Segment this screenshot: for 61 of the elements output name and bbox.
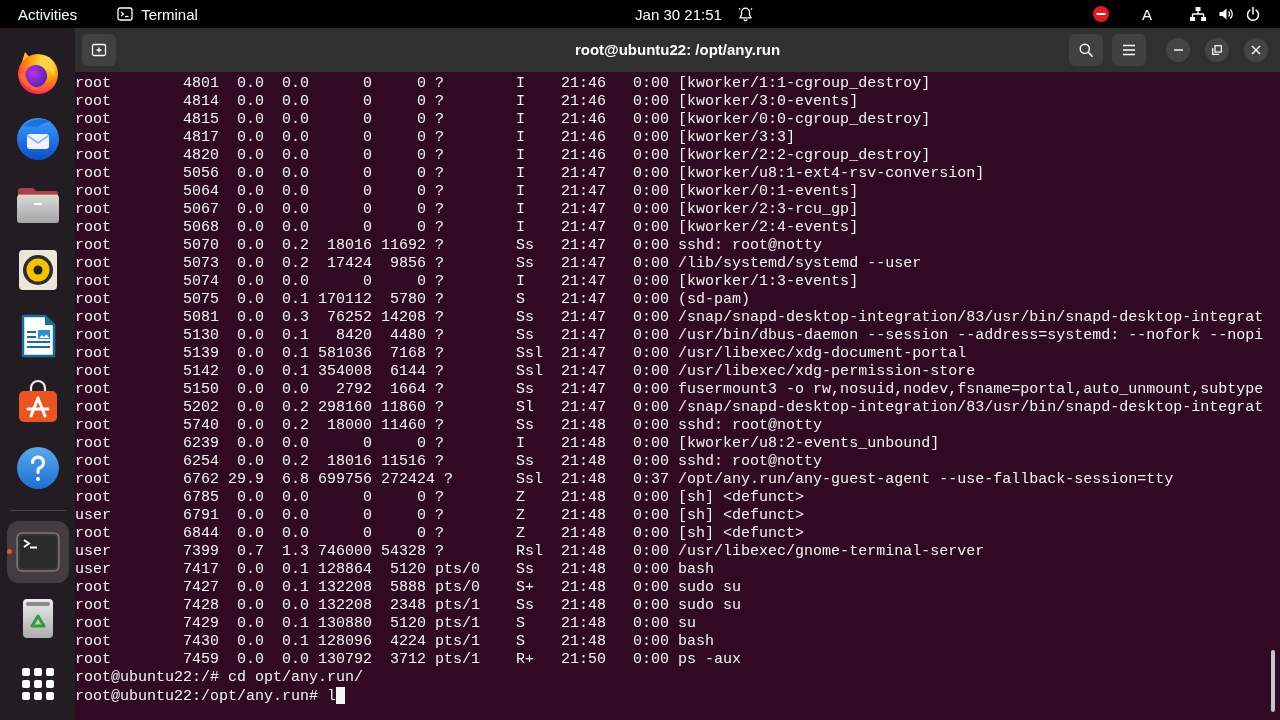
terminal-line: root 7430 0.0 0.1 128096 4224 pts/1 S 21:48 0:00 bash xyxy=(75,633,715,651)
terminal-line: user 7417 0.0 0.1 128864 5120 pts/0 Ss 21:48 0:00 bash xyxy=(75,561,715,579)
terminal-line: root 5142 0.0 0.1 354008 6144 ? Ssl 21:47 0:00 /usr/libexec/xdg-permission-store xyxy=(75,363,976,381)
scrollbar-thumb[interactable] xyxy=(1271,650,1275,712)
new-tab-button[interactable] xyxy=(82,34,116,66)
terminal-line: root@ubuntu22:/opt/any.run# l xyxy=(75,688,337,705)
terminal-line: root 6239 0.0 0.0 0 0 ? I 21:48 0:00 [kworker/u8:2-events_unbound] xyxy=(75,435,940,453)
keyboard-layout-button[interactable]: A xyxy=(1132,0,1162,28)
speaker-icon xyxy=(1218,6,1234,22)
terminal-line: root 5081 0.0 0.3 76252 14208 ? Ss 21:47 0:00 /snap/snapd-desktop-integration/83/usr/bin/snapd-desktop-integrat xyxy=(75,309,1264,327)
minimize-button[interactable] xyxy=(1166,38,1190,62)
terminal-line: root 6254 0.0 0.2 18016 11516 ? Ss 21:48 0:00 sshd: root@notty xyxy=(75,453,823,471)
terminal-line: root 6762 29.9 6.8 699756 272424 ? Ssl 21:48 0:37 /opt/any.run/any-guest-agent --use-fallback-session=tty xyxy=(75,471,1174,489)
terminal-line: root 6844 0.0 0.0 0 0 ? Z 21:48 0:00 [sh] <defunct> xyxy=(75,525,805,543)
terminal-line: root 4815 0.0 0.0 0 0 ? I 21:46 0:00 [kworker/0:0-cgroup_destroy] xyxy=(75,111,931,129)
new-tab-icon xyxy=(91,42,107,58)
terminal-line: root 4820 0.0 0.0 0 0 ? I 21:46 0:00 [kworker/2:2-cgroup_destroy] xyxy=(75,147,931,165)
terminal-line: user 6791 0.0 0.0 0 0 ? Z 21:48 0:00 [sh] <defunct> xyxy=(75,507,805,525)
terminal-line: root 4817 0.0 0.0 0 0 ? I 21:46 0:00 [kworker/3:3] xyxy=(75,129,796,147)
terminal-line: root 5074 0.0 0.0 0 0 ? I 21:47 0:00 [kworker/1:3-events] xyxy=(75,273,859,291)
menu-icon xyxy=(1122,44,1136,56)
terminal-line: root 5070 0.0 0.2 18016 11692 ? Ss 21:47 0:00 sshd: root@notty xyxy=(75,237,823,255)
no-entry-icon xyxy=(1093,6,1109,22)
terminal-line: root 7427 0.0 0.1 132208 5888 pts/0 S+ 21:48 0:00 sudo su xyxy=(75,579,742,597)
terminal-line: root 5130 0.0 0.1 8420 4480 ? Ss 21:47 0:00 /usr/bin/dbus-daemon --session --address=systemd: --nofork --nopi xyxy=(75,327,1264,345)
clock-button[interactable]: Jan 30 21:51 xyxy=(625,0,763,28)
terminal-line: root 5139 0.0 0.1 581036 7168 ? Ssl 21:47 0:00 /usr/libexec/xdg-document-portal xyxy=(75,345,967,363)
terminal-line: user 7399 0.7 1.3 746000 54328 ? Rsl 21:48 0:00 /usr/libexec/gnome-terminal-server xyxy=(75,543,985,561)
terminal-line: root 5068 0.0 0.0 0 0 ? I 21:47 0:00 [kworker/2:4-events] xyxy=(75,219,859,237)
bell-icon xyxy=(737,6,753,22)
window-title: root@ubuntu22: /opt/any.run xyxy=(574,39,781,60)
power-icon xyxy=(1245,6,1261,22)
terminal-line: root@ubuntu22:/# cd opt/any.run/ xyxy=(75,669,364,687)
text-cursor-icon xyxy=(336,687,346,704)
menu-button[interactable] xyxy=(1112,34,1146,66)
terminal-line: root 7428 0.0 0.0 132208 2348 pts/1 Ss 21:48 0:00 sudo su xyxy=(75,597,742,615)
terminal-line: root 5064 0.0 0.0 0 0 ? I 21:47 0:00 [kworker/0:1-events] xyxy=(75,183,859,201)
search-button[interactable] xyxy=(1069,34,1103,66)
terminal-line: root 5073 0.0 0.2 17424 9856 ? Ss 21:47 0:00 /lib/systemd/systemd --user xyxy=(75,255,922,273)
close-button[interactable] xyxy=(1244,38,1268,62)
network-icon xyxy=(1189,6,1207,22)
restore-icon xyxy=(1212,45,1222,55)
close-icon xyxy=(1251,45,1261,55)
minimize-icon xyxy=(1173,49,1183,51)
terminal-line: root 5150 0.0 0.0 2792 1664 ? Ss 21:47 0:00 fusermount3 -o rw,nosuid,nodev,fsname=portal,auto_unmount,subtype xyxy=(75,381,1264,399)
terminal-line: root 5202 0.0 0.2 298160 11860 ? Sl 21:47 0:00 /snap/snapd-desktop-integration/83/usr/bin/snapd-desktop-integrat xyxy=(75,399,1264,417)
terminal-line: root 5067 0.0 0.0 0 0 ? I 21:47 0:00 [kworker/2:3-rcu_gp] xyxy=(75,201,859,219)
terminal-line: root 6785 0.0 0.0 0 0 ? Z 21:48 0:00 [sh] <defunct> xyxy=(75,489,805,507)
terminal-icon xyxy=(117,6,134,22)
terminal-line: root 5740 0.0 0.2 18000 11460 ? Ss 21:48 0:00 sshd: root@notty xyxy=(75,417,823,435)
terminal-line: root 7459 0.0 0.0 130792 3712 pts/1 R+ 21:50 0:00 ps -aux xyxy=(75,651,742,669)
activities-button[interactable]: Activities xyxy=(8,0,88,28)
terminal-line: root 7429 0.0 0.1 130880 5120 pts/1 S 21:48 0:00 su xyxy=(75,615,697,633)
terminal-line: root 4814 0.0 0.0 0 0 ? I 21:46 0:00 [kworker/3:0-events] xyxy=(75,93,859,111)
restore-button[interactable] xyxy=(1205,38,1229,62)
terminal-line: root 5056 0.0 0.0 0 0 ? I 21:47 0:00 [kworker/u8:1-ext4-rsv-conversion] xyxy=(75,165,985,183)
terminal-line: root 4801 0.0 0.0 0 0 ? I 21:46 0:00 [kworker/1:1-cgroup_destroy] xyxy=(75,75,931,93)
search-icon xyxy=(1078,42,1094,58)
terminal-line: root 5075 0.0 0.1 170112 5780 ? S 21:47 0:00 (sd-pam) xyxy=(75,291,751,309)
app-menu-button[interactable]: Terminal xyxy=(107,0,208,28)
app-grid-icon xyxy=(20,667,55,701)
